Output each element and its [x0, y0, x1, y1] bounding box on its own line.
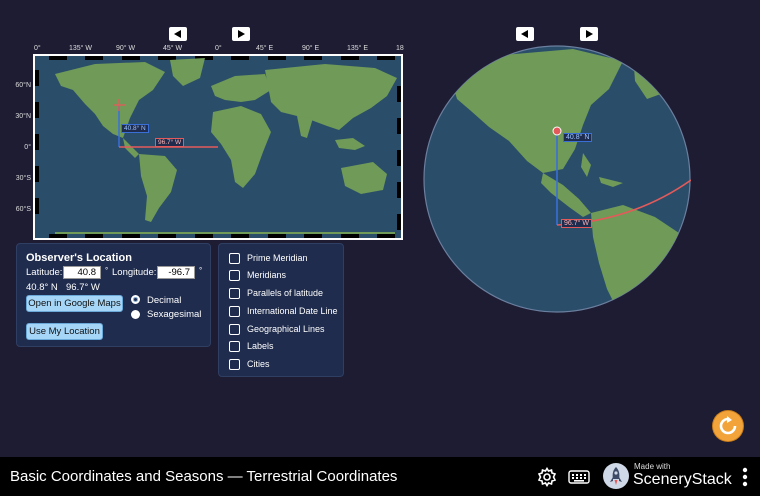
- made-with-label: Made with: [634, 462, 671, 471]
- observer-location-panel: Observer's Location Latitude: ° Longitud…: [16, 243, 211, 347]
- checkbox-box[interactable]: [229, 340, 240, 352]
- latitude-tick: 60°S: [15, 206, 31, 213]
- globe-drawing: [423, 45, 692, 313]
- checkbox-box[interactable]: [229, 305, 240, 317]
- sexagesimal-radio[interactable]: [131, 310, 140, 319]
- keyboard-help-icon[interactable]: [568, 469, 590, 485]
- latitude-degree: °: [105, 266, 109, 275]
- checkbox-label: Cities: [247, 359, 270, 369]
- settings-gear-icon[interactable]: [537, 466, 557, 488]
- prime-meridian-checkbox[interactable]: Prime Meridian: [229, 251, 308, 265]
- open-google-maps-button[interactable]: Open in Google Maps: [26, 295, 123, 312]
- longitude-degree: °: [199, 266, 203, 275]
- globe-rotate-left-button[interactable]: [516, 27, 534, 41]
- reset-all-button[interactable]: [713, 411, 743, 441]
- map-longitude-label: 96.7° W: [155, 138, 185, 147]
- map-rotate-right-button[interactable]: [232, 27, 250, 41]
- scenerystack-logo-icon[interactable]: [603, 463, 629, 489]
- arrow-left-icon: [174, 30, 181, 38]
- longitude-tick: 135° E: [347, 45, 369, 52]
- arrow-right-icon: [586, 30, 593, 38]
- latitude-label: Latitude:: [26, 267, 63, 278]
- checkbox-label: Prime Meridian: [247, 253, 308, 263]
- latitude-tick: 30°N: [15, 113, 31, 120]
- arrow-right-icon: [238, 30, 245, 38]
- meridians-checkbox[interactable]: Meridians: [229, 268, 286, 282]
- longitude-tick: 45° E: [256, 45, 274, 52]
- checkbox-box[interactable]: [229, 323, 240, 335]
- longitude-tick: 18: [396, 45, 404, 52]
- geographical-lines-checkbox[interactable]: Geographical Lines: [229, 322, 325, 336]
- parallels-checkbox[interactable]: Parallels of latitude: [229, 286, 323, 300]
- map-rotate-left-button[interactable]: [169, 27, 187, 41]
- more-options-icon[interactable]: [741, 467, 749, 487]
- checkbox-label: International Date Line: [247, 306, 338, 316]
- navigation-bar: Basic Coordinates and Seasons — Terrestr…: [0, 457, 760, 496]
- longitude-readout: 96.7° W: [66, 282, 100, 293]
- longitude-tick: 90° W: [116, 45, 136, 52]
- map-latitude-label: 40.8° N: [121, 124, 149, 133]
- globe-rotate-right-button[interactable]: [580, 27, 598, 41]
- checkbox-label: Labels: [247, 341, 274, 351]
- decimal-label: Decimal: [147, 295, 182, 306]
- globe-longitude-label: 96.7° W: [561, 219, 592, 228]
- longitude-tick: 135° W: [69, 45, 93, 52]
- longitude-label: Longitude:: [112, 267, 157, 278]
- globe-latitude-label: 40.8° N: [563, 133, 593, 142]
- latitude-tick: 30°S: [15, 175, 31, 182]
- checkbox-box[interactable]: [229, 252, 240, 264]
- cities-checkbox[interactable]: Cities: [229, 357, 270, 371]
- checkbox-label: Geographical Lines: [247, 324, 325, 334]
- latitude-input[interactable]: [63, 266, 101, 279]
- longitude-tick: 90° E: [302, 45, 320, 52]
- observer-panel-title: Observer's Location: [26, 252, 132, 264]
- longitude-tick: 0°: [34, 45, 41, 52]
- world-map-drawing: [35, 56, 401, 238]
- sexagesimal-label: Sexagesimal: [147, 309, 202, 320]
- longitude-tick: 45° W: [163, 45, 183, 52]
- simulation-title: Basic Coordinates and Seasons — Terrestr…: [10, 468, 398, 485]
- checkbox-box[interactable]: [229, 287, 240, 299]
- latitude-readout: 40.8° N: [26, 282, 58, 293]
- reset-icon: [719, 416, 737, 435]
- globe[interactable]: 40.8° N 96.7° W: [423, 45, 692, 313]
- checkbox-label: Meridians: [247, 270, 287, 280]
- decimal-radio[interactable]: [131, 295, 140, 304]
- checkbox-box[interactable]: [229, 358, 240, 370]
- checkbox-label: Parallels of latitude: [247, 288, 324, 298]
- latitude-tick: 0°: [24, 144, 31, 151]
- display-options-panel: Prime Meridian Meridians Parallels of la…: [218, 243, 344, 377]
- checkbox-box[interactable]: [229, 269, 240, 281]
- world-map[interactable]: 40.8° N 96.7° W: [33, 54, 403, 240]
- longitude-tick: 0°: [215, 45, 222, 52]
- international-date-line-checkbox[interactable]: International Date Line: [229, 304, 338, 318]
- labels-checkbox[interactable]: Labels: [229, 339, 274, 353]
- scenerystack-brand: SceneryStack: [633, 471, 732, 488]
- latitude-tick: 60°N: [15, 82, 31, 89]
- longitude-input[interactable]: [157, 266, 195, 279]
- use-my-location-button[interactable]: Use My Location: [26, 323, 103, 340]
- arrow-left-icon: [521, 30, 528, 38]
